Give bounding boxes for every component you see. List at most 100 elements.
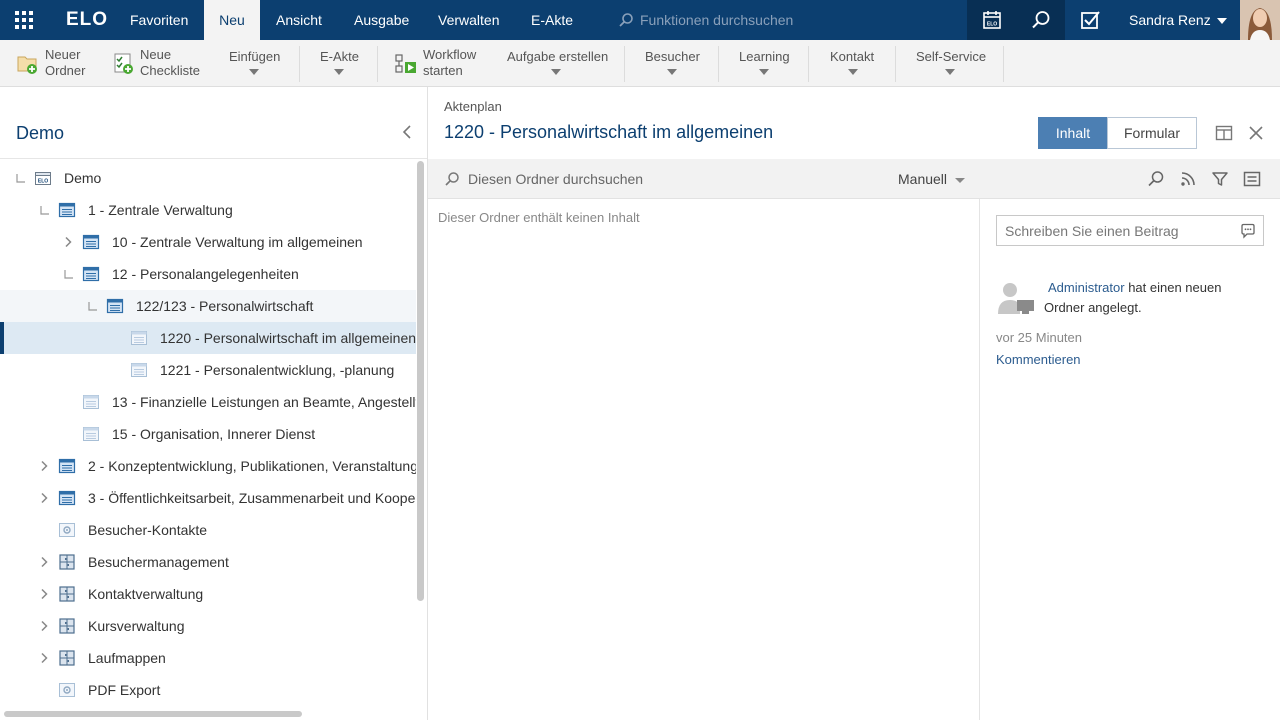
tree-node[interactable]: ELO Demo bbox=[0, 162, 416, 194]
new-folder-icon bbox=[17, 56, 37, 74]
tree-node[interactable]: 122/123 - Personalwirtschaft bbox=[0, 290, 416, 322]
tree-node[interactable]: 1 - Zentrale Verwaltung bbox=[0, 194, 416, 226]
tree-collapse-icon[interactable] bbox=[86, 300, 98, 312]
breadcrumb[interactable]: Aktenplan bbox=[444, 99, 502, 114]
sort-dropdown[interactable]: Manuell bbox=[898, 159, 966, 199]
tree-node[interactable]: 1220 - Personalwirtschaft im allgemeinen bbox=[0, 322, 416, 354]
tree-collapse-icon[interactable] bbox=[38, 204, 50, 216]
tree-collapse-icon[interactable] bbox=[62, 268, 74, 280]
eakte-label: E-Akte bbox=[320, 49, 360, 64]
new-checklist-label-2: Checkliste bbox=[140, 63, 200, 78]
vertical-scrollbar[interactable] bbox=[417, 161, 424, 601]
tab-neu[interactable]: Neu bbox=[204, 0, 260, 40]
gear-folder-icon bbox=[58, 681, 76, 699]
search-icon[interactable] bbox=[1147, 170, 1165, 188]
app-menu-button[interactable] bbox=[0, 0, 48, 40]
tree-node[interactable]: 10 - Zentrale Verwaltung im allgemeinen bbox=[0, 226, 416, 258]
insert-dropdown[interactable]: Einfügen bbox=[222, 40, 288, 87]
tree-node-label: Besuchermanagement bbox=[88, 554, 229, 570]
chevron-right-icon[interactable] bbox=[38, 460, 50, 472]
folder-search-placeholder: Diesen Ordner durchsuchen bbox=[468, 171, 644, 187]
post-input-box[interactable] bbox=[996, 215, 1264, 246]
folder-blue-icon bbox=[82, 233, 100, 251]
tab-favoriten[interactable]: Favoriten bbox=[130, 0, 188, 40]
tab-ansicht[interactable]: Ansicht bbox=[276, 0, 322, 40]
horizontal-scrollbar[interactable] bbox=[4, 711, 302, 717]
tree-node[interactable]: 2 - Konzeptentwicklung, Publikationen, V… bbox=[0, 450, 416, 482]
folder-blue-icon bbox=[58, 489, 76, 507]
chevron-down-icon bbox=[249, 69, 259, 75]
tab-formular[interactable]: Formular bbox=[1107, 117, 1197, 149]
tree-node[interactable]: 13 - Finanzielle Leistungen an Beamte, A… bbox=[0, 386, 416, 418]
user-menu[interactable]: Sandra Renz bbox=[1129, 0, 1227, 40]
tree-node[interactable]: Besucher-Kontakte bbox=[0, 514, 416, 546]
collapse-panel-icon[interactable] bbox=[400, 125, 414, 139]
chevron-right-icon[interactable] bbox=[38, 492, 50, 504]
contact-dropdown[interactable]: Kontakt bbox=[822, 40, 884, 87]
create-task-dropdown[interactable]: Aufgabe erstellen bbox=[500, 40, 612, 87]
new-folder-label-1: Neuer bbox=[45, 47, 81, 62]
elo-logo: ELO bbox=[66, 9, 109, 30]
tree-node[interactable]: 12 - Personalangelegenheiten bbox=[0, 258, 416, 290]
close-icon[interactable] bbox=[1247, 124, 1265, 142]
layout-icon[interactable] bbox=[1215, 124, 1233, 142]
learning-dropdown[interactable]: Learning bbox=[732, 40, 796, 87]
details-panel-icon[interactable] bbox=[1243, 170, 1261, 188]
comment-link[interactable]: Kommentieren bbox=[996, 352, 1081, 367]
tab-ausgabe[interactable]: Ausgabe bbox=[354, 0, 409, 40]
start-workflow-button[interactable]: Workflow starten bbox=[392, 40, 484, 87]
tree-node[interactable]: PDF Export bbox=[0, 674, 416, 706]
new-folder-button[interactable]: Neuer Ordner bbox=[14, 40, 94, 87]
search-button[interactable] bbox=[1016, 0, 1065, 40]
tasks-button[interactable] bbox=[1065, 0, 1114, 40]
workflow-icon bbox=[395, 54, 416, 73]
new-folder-label-2: Ordner bbox=[45, 63, 86, 78]
tab-inhalt[interactable]: Inhalt bbox=[1038, 117, 1108, 149]
new-checklist-button[interactable]: Neue Checkliste bbox=[110, 40, 204, 87]
svg-text:ELO: ELO bbox=[38, 179, 48, 185]
visitor-dropdown[interactable]: Besucher bbox=[638, 40, 706, 87]
tree-node[interactable]: Kontaktverwaltung bbox=[0, 578, 416, 610]
elo-calendar-button[interactable]: ELO bbox=[967, 0, 1016, 40]
tree-node-label: 2 - Konzeptentwicklung, Publikationen, V… bbox=[88, 458, 416, 474]
tree-node[interactable]: 1221 - Personalentwicklung, -planung bbox=[0, 354, 416, 386]
ribbon-divider bbox=[299, 46, 300, 82]
tree-node-label: 3 - Öffentlichkeitsarbeit, Zusammenarbei… bbox=[88, 490, 416, 506]
chevron-right-icon[interactable] bbox=[38, 620, 50, 632]
folder-light-icon bbox=[130, 329, 148, 347]
panel-divider bbox=[0, 158, 427, 159]
tab-verwalten[interactable]: Verwalten bbox=[438, 0, 499, 40]
checklist-icon bbox=[114, 53, 133, 74]
chevron-right-icon[interactable] bbox=[62, 236, 74, 248]
tree-node-label: 1221 - Personalentwicklung, -planung bbox=[160, 362, 395, 378]
tree-node[interactable]: Besuchermanagement bbox=[0, 546, 416, 578]
tree-node[interactable]: Laufmappen bbox=[0, 642, 416, 674]
top-bar: ELO Favoriten Neu Ansicht Ausgabe Verwal… bbox=[0, 0, 1280, 40]
chevron-right-icon[interactable] bbox=[38, 652, 50, 664]
feed-author-link[interactable]: Administrator bbox=[1048, 280, 1125, 295]
post-input[interactable] bbox=[1005, 222, 1225, 240]
self-service-dropdown[interactable]: Self-Service bbox=[908, 40, 994, 87]
checkbox-icon bbox=[1080, 11, 1100, 29]
tree-node[interactable]: Kursverwaltung bbox=[0, 610, 416, 642]
chevron-right-icon[interactable] bbox=[38, 588, 50, 600]
sort-label: Manuell bbox=[898, 171, 948, 187]
tab-eakte[interactable]: E-Akte bbox=[531, 0, 573, 40]
tree-node-label: 1 - Zentrale Verwaltung bbox=[88, 202, 233, 218]
chevron-right-icon[interactable] bbox=[38, 556, 50, 568]
speech-bubble-icon[interactable] bbox=[1240, 223, 1256, 239]
user-avatar[interactable] bbox=[1240, 0, 1280, 40]
tree-node[interactable]: 15 - Organisation, Innerer Dienst bbox=[0, 418, 416, 450]
cabinet-icon bbox=[58, 649, 76, 667]
chevron-down-icon bbox=[955, 177, 966, 183]
calendar-icon: ELO bbox=[982, 11, 1001, 29]
tree-node[interactable]: 3 - Öffentlichkeitsarbeit, Zusammenarbei… bbox=[0, 482, 416, 514]
chevron-down-icon bbox=[759, 69, 769, 75]
cabinet-icon bbox=[58, 553, 76, 571]
tree-node-label: 12 - Personalangelegenheiten bbox=[112, 266, 299, 282]
rss-feed-icon[interactable] bbox=[1179, 170, 1197, 188]
tree-node-label: Besucher-Kontakte bbox=[88, 522, 208, 538]
filter-icon[interactable] bbox=[1211, 170, 1229, 188]
tree-collapse-icon[interactable] bbox=[14, 172, 26, 184]
eakte-dropdown[interactable]: E-Akte bbox=[312, 40, 366, 87]
